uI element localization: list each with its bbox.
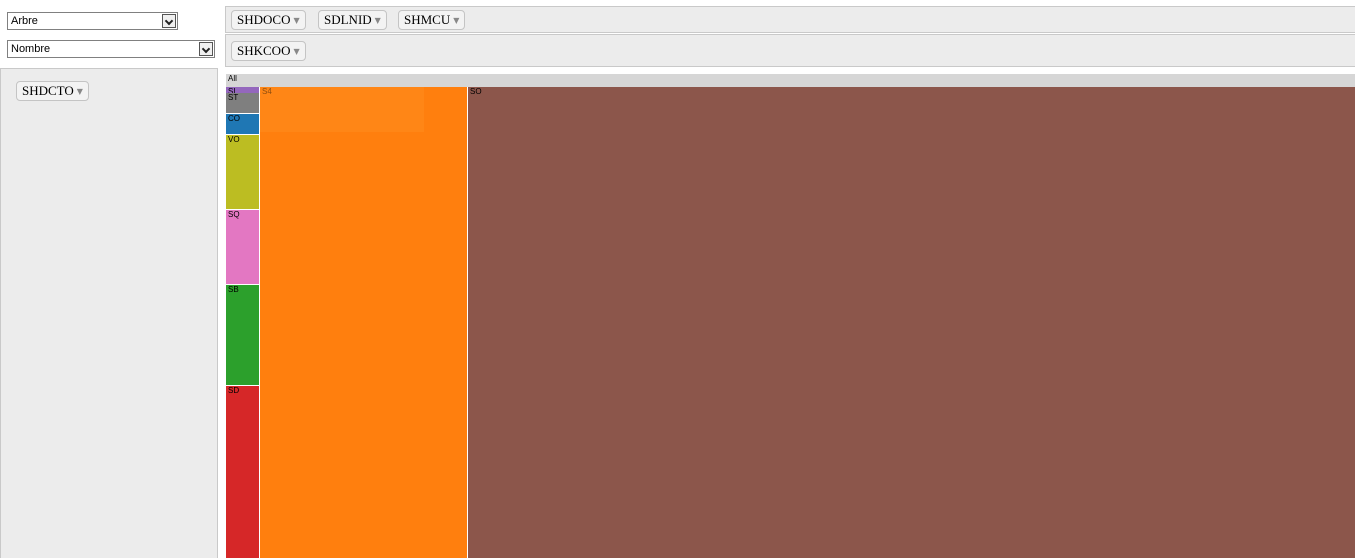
field-label: SHDOCO (237, 12, 291, 27)
treemap-cell-label: SB (228, 285, 239, 294)
treemap-cell-label: SD (228, 386, 240, 395)
row-field-pill[interactable]: SHKCOO ▼ (231, 41, 306, 61)
treemap-cell-st[interactable]: ST (226, 93, 259, 113)
chevron-down-icon[interactable] (199, 42, 213, 56)
chevron-down-icon[interactable] (162, 14, 176, 28)
treemap-cell-sq[interactable]: SQ (226, 210, 259, 284)
column-field-pill[interactable]: SHMCU ▼ (398, 10, 466, 30)
column-field-pill[interactable]: SDLNID ▼ (318, 10, 387, 30)
treemap-cell-sd[interactable]: SD (226, 386, 259, 558)
field-label: SHDCTO (22, 83, 74, 98)
treemap-hover-highlight (260, 87, 424, 132)
treemap-cell-label: CO (228, 114, 240, 123)
column-field-pill[interactable]: SHDOCO ▼ (231, 10, 306, 30)
pivot-table-ui: Arbre Nombre SHDOCO ▼ SDLNID ▼ SHMCU ▼ SHKC… (0, 0, 1355, 558)
treemap-cell-vo[interactable]: VO (226, 135, 259, 209)
treemap-cell-s4[interactable]: S4 (260, 87, 467, 558)
triangle-down-icon[interactable]: ▼ (453, 16, 459, 25)
treemap-root-header[interactable]: All (226, 74, 1355, 87)
triangle-down-icon[interactable]: ▼ (293, 47, 299, 56)
unused-field-pill[interactable]: SHDCTO ▼ (16, 81, 89, 101)
triangle-down-icon[interactable]: ▼ (77, 87, 83, 96)
field-label: SDLNID (324, 12, 372, 27)
row-fields-zone[interactable]: SHKCOO ▼ (225, 34, 1355, 67)
aggregator-select-value: Nombre (11, 43, 51, 55)
aggregator-select[interactable]: Nombre (7, 40, 215, 58)
treemap-cell-label: ST (228, 93, 239, 102)
treemap-root-label: All (228, 74, 237, 83)
field-label: SHMCU (404, 12, 451, 27)
treemap: All SLSTCOVOSQSBSDS4SO (226, 74, 1355, 558)
treemap-cell-label: SO (470, 87, 482, 96)
triangle-down-icon[interactable]: ▼ (293, 16, 299, 25)
unused-fields-zone[interactable]: SHDCTO ▼ (0, 68, 218, 558)
renderer-select[interactable]: Arbre (7, 12, 178, 30)
treemap-cell-co[interactable]: CO (226, 114, 259, 134)
field-label: SHKCOO (237, 43, 291, 58)
treemap-cell-sb[interactable]: SB (226, 285, 259, 385)
treemap-cell-label: SQ (228, 210, 240, 219)
column-fields-zone[interactable]: SHDOCO ▼ SDLNID ▼ SHMCU ▼ (225, 6, 1355, 33)
treemap-cell-label: VO (228, 135, 240, 144)
triangle-down-icon[interactable]: ▼ (375, 16, 381, 25)
renderer-select-value: Arbre (11, 15, 38, 27)
treemap-cell-so[interactable]: SO (468, 87, 1355, 558)
